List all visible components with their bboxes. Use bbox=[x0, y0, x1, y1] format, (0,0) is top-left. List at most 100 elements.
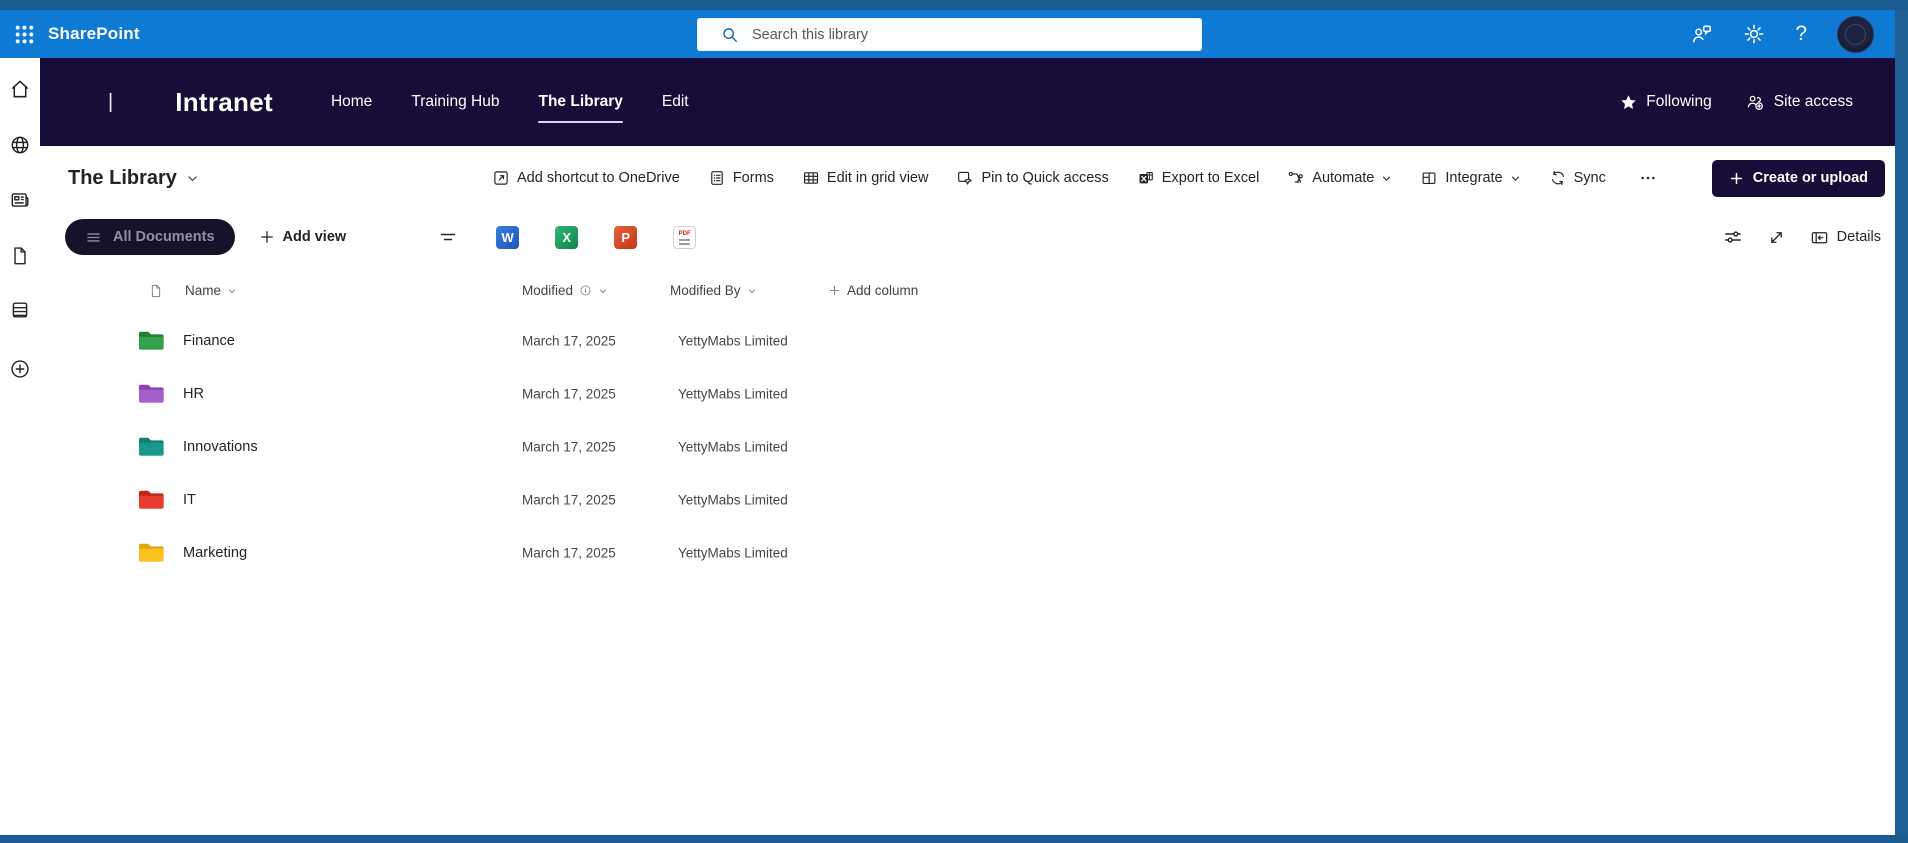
export-to-excel-button[interactable]: Export to Excel bbox=[1137, 169, 1259, 187]
file-modified-date: March 17, 2025 bbox=[522, 492, 616, 507]
file-name[interactable]: Innovations bbox=[183, 439, 258, 455]
view-options-sliders-icon[interactable] bbox=[1723, 227, 1743, 247]
search-input[interactable] bbox=[752, 26, 1152, 43]
chevron-down-icon bbox=[1511, 176, 1519, 181]
file-modified-by[interactable]: YettyMabs Limited bbox=[678, 333, 788, 348]
more-commands-ellipsis[interactable] bbox=[1634, 169, 1662, 187]
column-header-name[interactable]: Name bbox=[185, 283, 237, 298]
view-list-icon bbox=[87, 232, 100, 242]
folder-icon bbox=[138, 437, 164, 457]
file-modified-by[interactable]: YettyMabs Limited bbox=[678, 439, 788, 454]
edit-in-grid-view-button[interactable]: Edit in grid view bbox=[802, 169, 928, 187]
site-logo-mark: | bbox=[108, 90, 114, 113]
view-bar: All Documents Add view W X P PDF Details bbox=[40, 210, 1895, 264]
file-row[interactable]: HR March 17, 2025 YettyMabs Limited bbox=[0, 367, 1895, 420]
shortcut-external-link-icon bbox=[494, 171, 508, 185]
file-modified-date: March 17, 2025 bbox=[522, 439, 616, 454]
news-icon[interactable] bbox=[9, 189, 31, 211]
nav-item-training-hub[interactable]: Training Hub bbox=[411, 87, 499, 117]
file-modified-date: March 17, 2025 bbox=[522, 545, 616, 560]
add-column-button[interactable]: Add column bbox=[828, 283, 918, 298]
chevron-down-icon bbox=[599, 288, 607, 293]
account-avatar[interactable] bbox=[1837, 15, 1874, 53]
details-pane-button[interactable]: Details bbox=[1810, 228, 1881, 247]
command-bar: The Library Add shortcut to OneDrive For… bbox=[40, 146, 1895, 210]
column-header-modified[interactable]: Modified bbox=[522, 283, 608, 298]
file-modified-by[interactable]: YettyMabs Limited bbox=[678, 545, 788, 560]
automate-flow-icon bbox=[1288, 171, 1304, 183]
file-list: Finance March 17, 2025 YettyMabs Limited… bbox=[0, 314, 1895, 579]
folder-icon bbox=[138, 490, 164, 510]
file-modified-by[interactable]: YettyMabs Limited bbox=[678, 386, 788, 401]
create-or-upload-button[interactable]: Create or upload bbox=[1711, 159, 1885, 197]
sync-button[interactable]: Sync bbox=[1549, 169, 1606, 187]
file-name[interactable]: HR bbox=[183, 386, 204, 402]
site-access-button[interactable]: Site access bbox=[1746, 93, 1853, 112]
info-icon bbox=[580, 285, 591, 296]
file-name[interactable]: IT bbox=[183, 492, 196, 508]
library-title-dropdown[interactable]: The Library bbox=[68, 167, 199, 190]
document-icon[interactable] bbox=[9, 245, 31, 267]
file-modified-by[interactable]: YettyMabs Limited bbox=[678, 492, 788, 507]
column-header-modified-by[interactable]: Modified By bbox=[670, 283, 757, 298]
star-icon bbox=[1621, 94, 1636, 109]
vertical-scrollbar[interactable] bbox=[1895, 10, 1908, 835]
file-row[interactable]: IT March 17, 2025 YettyMabs Limited bbox=[0, 473, 1895, 526]
word-app-icon[interactable]: W bbox=[496, 225, 520, 249]
file-type-column-icon[interactable] bbox=[148, 283, 164, 299]
plus-icon bbox=[260, 231, 273, 243]
grid-icon bbox=[803, 172, 818, 184]
forms-button[interactable]: Forms bbox=[708, 169, 774, 187]
nav-item-the-library[interactable]: The Library bbox=[538, 87, 624, 123]
suite-bar: SharePoint ? bbox=[0, 10, 1895, 58]
forms-icon bbox=[711, 171, 723, 185]
excel-export-icon bbox=[1139, 172, 1153, 184]
globe-icon[interactable] bbox=[9, 134, 31, 156]
following-button[interactable]: Following bbox=[1620, 93, 1712, 111]
browser-frame-bottom bbox=[0, 835, 1908, 843]
help-icon[interactable]: ? bbox=[1795, 22, 1807, 46]
folder-icon bbox=[138, 331, 164, 351]
sort-filter-icon[interactable] bbox=[438, 227, 458, 247]
nav-item-edit[interactable]: Edit bbox=[662, 87, 689, 117]
ellipsis-icon bbox=[1641, 176, 1655, 180]
folder-icon bbox=[138, 384, 164, 404]
home-icon[interactable] bbox=[9, 78, 31, 100]
people-add-icon bbox=[1747, 95, 1763, 110]
settings-gear-icon[interactable] bbox=[1743, 23, 1765, 45]
file-name[interactable]: Marketing bbox=[183, 545, 247, 561]
file-name[interactable]: Finance bbox=[183, 333, 235, 349]
add-view-button[interactable]: Add view bbox=[259, 229, 346, 245]
pdf-app-icon[interactable]: PDF bbox=[673, 225, 697, 249]
file-modified-date: March 17, 2025 bbox=[522, 333, 616, 348]
pin-to-quick-access-button[interactable]: Pin to Quick access bbox=[956, 169, 1109, 187]
file-modified-date: March 17, 2025 bbox=[522, 386, 616, 401]
plus-icon bbox=[829, 285, 840, 296]
add-shortcut-to-onedrive-button[interactable]: Add shortcut to OneDrive bbox=[492, 169, 680, 187]
feedback-person-chat-icon[interactable] bbox=[1691, 23, 1713, 45]
file-row[interactable]: Marketing March 17, 2025 YettyMabs Limit… bbox=[0, 526, 1895, 579]
search-icon bbox=[721, 26, 739, 44]
sync-icon bbox=[1551, 171, 1564, 185]
plus-icon bbox=[1730, 172, 1742, 184]
automate-menu-button[interactable]: Automate bbox=[1287, 169, 1392, 187]
file-row[interactable]: Innovations March 17, 2025 YettyMabs Lim… bbox=[0, 420, 1895, 473]
chevron-down-icon bbox=[1383, 176, 1391, 181]
search-box[interactable] bbox=[697, 18, 1202, 51]
site-header: | Intranet Home Training Hub The Library… bbox=[40, 58, 1895, 146]
folder-icon bbox=[138, 543, 164, 563]
nav-item-home[interactable]: Home bbox=[331, 87, 372, 117]
pin-icon bbox=[958, 171, 973, 185]
sharepoint-brand[interactable]: SharePoint bbox=[48, 24, 140, 44]
site-title[interactable]: Intranet bbox=[175, 87, 273, 118]
app-launcher-waffle-icon[interactable] bbox=[0, 10, 48, 58]
expand-fullscreen-icon[interactable] bbox=[1767, 228, 1786, 247]
current-view-all-documents[interactable]: All Documents bbox=[65, 219, 235, 255]
chevron-down-icon bbox=[228, 288, 236, 293]
file-row[interactable]: Finance March 17, 2025 YettyMabs Limited bbox=[0, 314, 1895, 367]
details-pane-icon bbox=[1811, 231, 1827, 243]
integrate-menu-button[interactable]: Integrate bbox=[1420, 169, 1520, 187]
browser-frame-top bbox=[0, 0, 1908, 10]
powerpoint-app-icon[interactable]: P bbox=[614, 225, 638, 249]
excel-app-icon[interactable]: X bbox=[555, 225, 579, 249]
